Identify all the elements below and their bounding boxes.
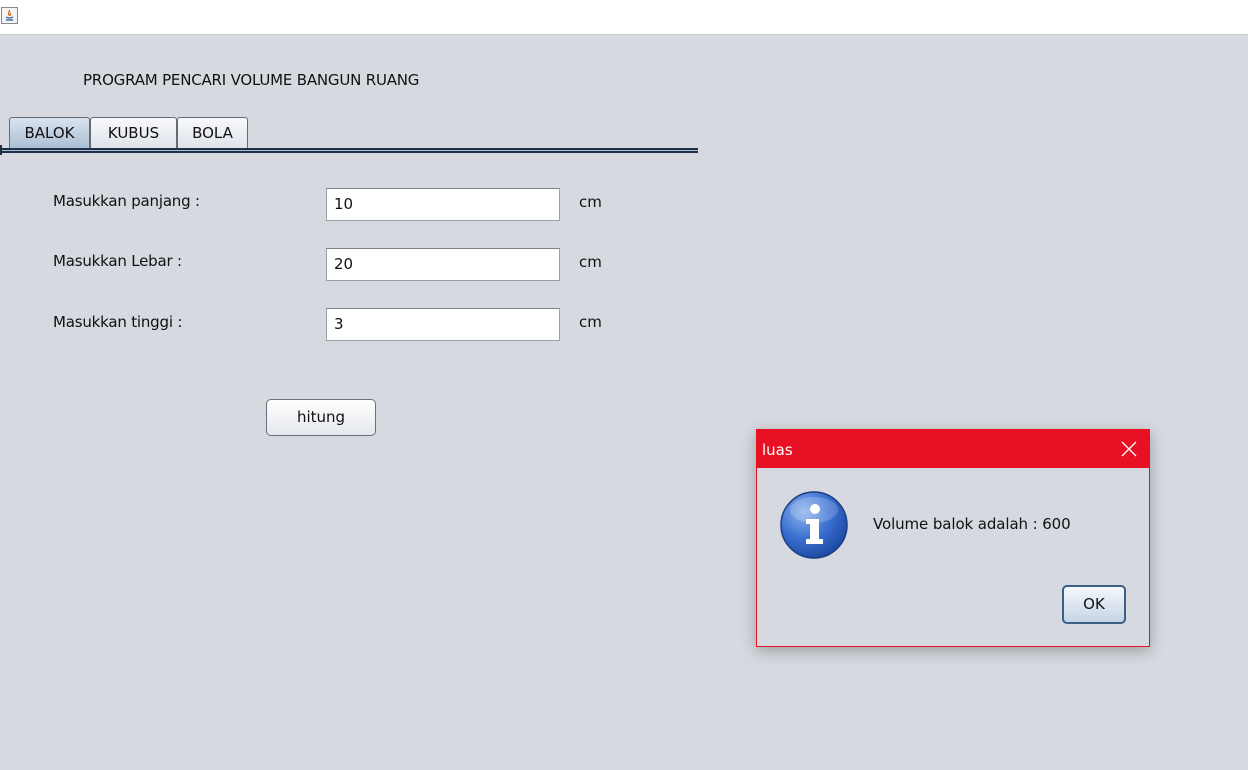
dialog-message: Volume balok adalah : 600: [873, 515, 1071, 533]
tinggi-input[interactable]: 3: [326, 308, 560, 341]
tab-balok[interactable]: BALOK: [9, 117, 90, 150]
tab-content-border: [0, 148, 698, 153]
panjang-unit: cm: [579, 193, 602, 211]
tab-kubus[interactable]: KUBUS: [90, 117, 177, 148]
tab-edge: [0, 145, 2, 155]
hitung-button[interactable]: hitung: [266, 399, 376, 436]
tinggi-unit: cm: [579, 313, 602, 331]
close-icon[interactable]: [1119, 439, 1139, 459]
dialog-title: luas: [762, 441, 793, 459]
tab-bola[interactable]: BOLA: [177, 117, 248, 148]
window-titlebar: [0, 0, 1248, 35]
page-title: PROGRAM PENCARI VOLUME BANGUN RUANG: [83, 71, 420, 89]
tinggi-label: Masukkan tinggi :: [53, 313, 183, 331]
tab-bar: BALOK KUBUS BOLA: [0, 116, 698, 155]
message-dialog: luas Volume balok adalah : 600 OK: [756, 429, 1150, 647]
dialog-titlebar[interactable]: luas: [757, 430, 1149, 468]
lebar-unit: cm: [579, 253, 602, 271]
panjang-input[interactable]: 10: [326, 188, 560, 221]
lebar-input[interactable]: 20: [326, 248, 560, 281]
lebar-label: Masukkan Lebar :: [53, 252, 182, 270]
ok-button[interactable]: OK: [1062, 585, 1126, 624]
java-app-icon[interactable]: [1, 7, 18, 24]
panjang-label: Masukkan panjang :: [53, 192, 200, 210]
info-icon: [779, 490, 849, 560]
